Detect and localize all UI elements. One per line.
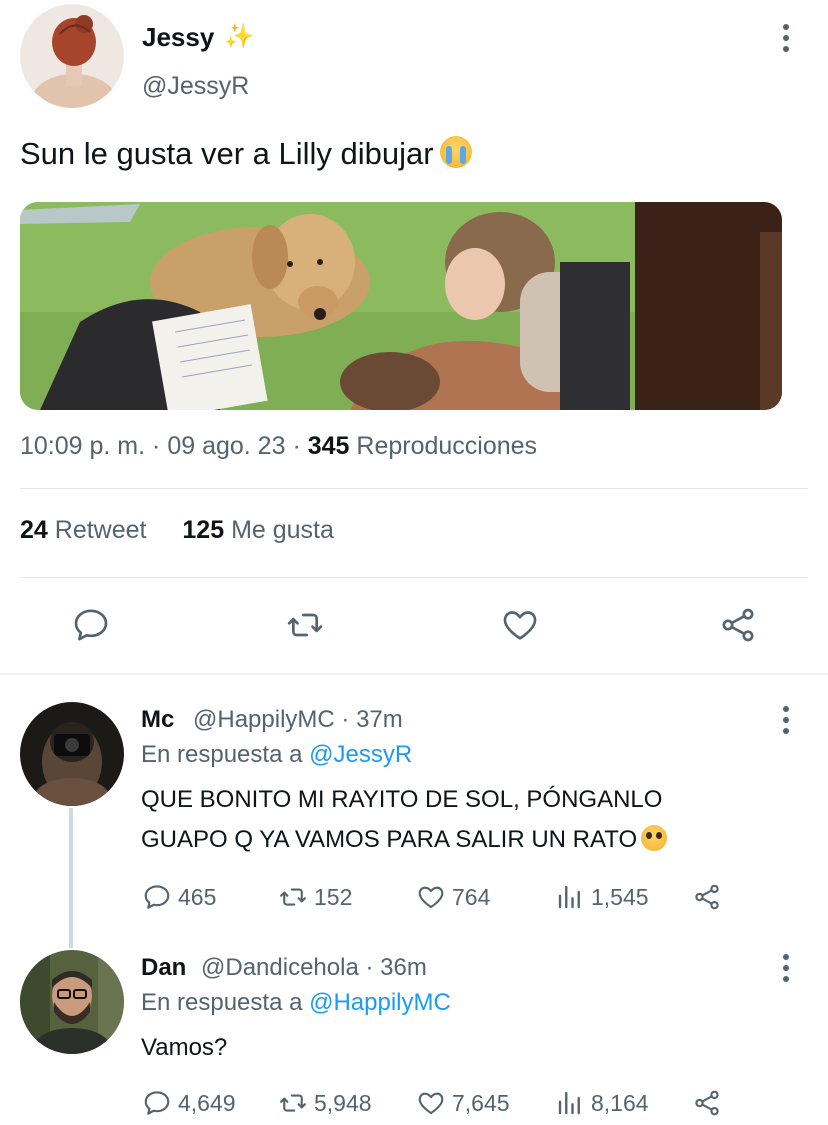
tweet-text-content: Sun le gusta ver a Lilly dibujar [20, 136, 434, 171]
retweet-button[interactable]: 152 [278, 882, 352, 912]
reply-text-content: Vamos? [141, 1034, 228, 1061]
like-icon[interactable] [500, 605, 540, 645]
like-count: 7,645 [452, 1089, 510, 1116]
more-options-icon[interactable] [782, 706, 790, 734]
retweets-count: 24 [20, 516, 48, 544]
share-icon[interactable] [718, 605, 758, 645]
tweet-meta: 10:09 p. m. · 09 ago. 23 · 345 Reproducc… [20, 432, 537, 461]
meta-separator: · [292, 432, 308, 460]
author-name[interactable]: Jessy [142, 22, 214, 53]
crying-face-emoji-icon [439, 136, 472, 168]
meta-separator: · [341, 706, 357, 733]
views-button[interactable]: 8,164 [555, 1088, 649, 1118]
replying-to-prefix: En respuesta a [141, 989, 303, 1016]
views-count: 1,545 [591, 883, 649, 910]
share-button[interactable] [692, 1088, 722, 1118]
reply-author-name[interactable]: Mc [141, 706, 174, 734]
tweet-text: Sun le gusta ver a Lilly dibujar [20, 136, 472, 172]
tweet-time[interactable]: 10:09 p. m. [20, 432, 145, 460]
analytics-icon [558, 1091, 580, 1115]
divider [20, 488, 808, 489]
retweet-count: 152 [314, 883, 353, 910]
analytics-icon [558, 885, 580, 909]
sparkles-badge-icon: ✨ [224, 23, 254, 50]
meta-separator: · [365, 954, 381, 981]
share-button[interactable] [692, 882, 722, 912]
like-button[interactable]: 764 [416, 882, 490, 912]
thread-line [69, 808, 73, 948]
divider [20, 577, 808, 578]
replying-to: En respuesta a @JessyR [141, 741, 412, 769]
retweet-button[interactable]: 5,948 [278, 1088, 372, 1118]
views-count: 8,164 [591, 1089, 649, 1116]
likes-label: Me gusta [231, 516, 334, 544]
retweet-icon[interactable] [285, 605, 325, 645]
views-count: 345 [307, 432, 350, 460]
like-icon [418, 1092, 444, 1115]
retweet-icon [280, 1094, 306, 1112]
retweets-stat[interactable]: 24 Retweet [20, 516, 146, 544]
reply-text: Vamos? [141, 1028, 227, 1068]
author-handle[interactable]: @JessyR [142, 72, 249, 101]
retweet-count: 5,948 [314, 1089, 372, 1116]
reply-avatar[interactable] [20, 702, 124, 806]
reply-button[interactable]: 4,649 [142, 1088, 236, 1118]
like-button[interactable]: 7,645 [416, 1088, 510, 1118]
share-icon [695, 1090, 719, 1116]
retweets-label: Retweet [54, 516, 147, 544]
reply-author-name[interactable]: Dan [141, 954, 186, 982]
retweet-icon [280, 888, 306, 906]
reply-time[interactable]: 37m [356, 706, 403, 733]
flushed-face-emoji-icon [641, 825, 668, 851]
more-options-icon[interactable] [782, 954, 790, 982]
reply-text-content: QUE BONITO MI RAYITO DE SOL, PÓNGANLO GU… [141, 786, 663, 853]
reply-author-handle[interactable]: @HappilyMC [193, 706, 335, 733]
like-icon [418, 886, 444, 909]
views-label: Reproducciones [356, 432, 538, 460]
like-count: 764 [452, 883, 491, 910]
reply-text: QUE BONITO MI RAYITO DE SOL, PÓNGANLO GU… [141, 780, 751, 860]
likes-count: 125 [182, 516, 225, 544]
views-button[interactable]: 1,545 [555, 882, 649, 912]
reply-avatar[interactable] [20, 950, 124, 1054]
replying-to-prefix: En respuesta a [141, 741, 303, 768]
engagement-stats: 24 Retweet 125 Me gusta [20, 516, 334, 545]
reply-meta: @HappilyMC · 37m [193, 706, 403, 734]
reply-icon [144, 1091, 170, 1115]
replying-to-link[interactable]: @HappilyMC [309, 989, 451, 1016]
reply-icon[interactable] [71, 605, 111, 645]
tweet-date[interactable]: 09 ago. 23 [167, 432, 285, 460]
reply-button[interactable]: 465 [142, 882, 216, 912]
share-icon [695, 884, 719, 910]
reply-author-handle[interactable]: @Dandicehola [201, 954, 359, 981]
reply-count: 465 [178, 883, 217, 910]
reply-meta: @Dandicehola · 36m [201, 954, 427, 982]
reply-time[interactable]: 36m [380, 954, 427, 981]
reply-icon [144, 885, 170, 909]
replying-to: En respuesta a @HappilyMC [141, 989, 451, 1017]
more-options-icon[interactable] [782, 24, 790, 52]
tweet-photo[interactable] [20, 202, 782, 410]
replying-to-link[interactable]: @JessyR [309, 741, 412, 768]
author-avatar[interactable] [20, 4, 124, 108]
likes-stat[interactable]: 125 Me gusta [182, 516, 334, 544]
section-divider [0, 673, 828, 675]
meta-separator: · [152, 432, 168, 460]
reply-count: 4,649 [178, 1089, 236, 1116]
